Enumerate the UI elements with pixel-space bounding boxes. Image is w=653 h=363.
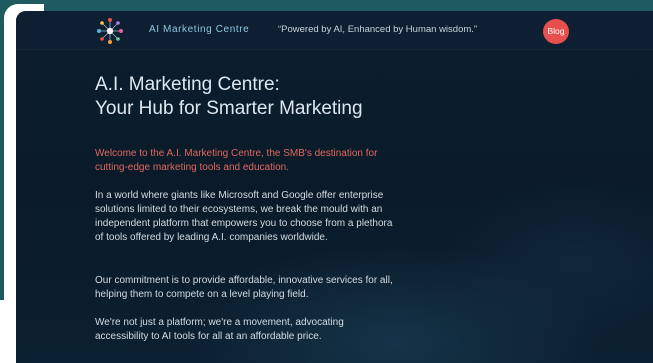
page-title: A.I. Marketing Centre: Your Hub for Smar… — [95, 73, 515, 121]
top-navbar: AI Marketing Centre “Powered by AI, Enha… — [16, 11, 653, 50]
tagline: “Powered by AI, Enhanced by Human wisdom… — [278, 24, 478, 35]
title-line-2: Your Hub for Smarter Marketing — [95, 98, 363, 119]
paragraph-movement: We're not just a platform; we're a movem… — [95, 317, 344, 342]
brand-name[interactable]: AI Marketing Centre — [149, 24, 249, 35]
title-line-1: A.I. Marketing Centre: — [95, 74, 280, 95]
browser-viewport: AI Marketing Centre “Powered by AI, Enha… — [16, 11, 653, 363]
paragraph-commitment: Our commitment is to provide affordable,… — [95, 275, 393, 300]
intro-text: Welcome to the A.I. Marketing Centre, th… — [95, 148, 378, 173]
blog-button[interactable]: Blog — [543, 19, 569, 44]
network-logo-icon[interactable] — [96, 17, 124, 45]
paragraph-ecosystems: In a world where giants like Microsoft a… — [95, 190, 393, 243]
